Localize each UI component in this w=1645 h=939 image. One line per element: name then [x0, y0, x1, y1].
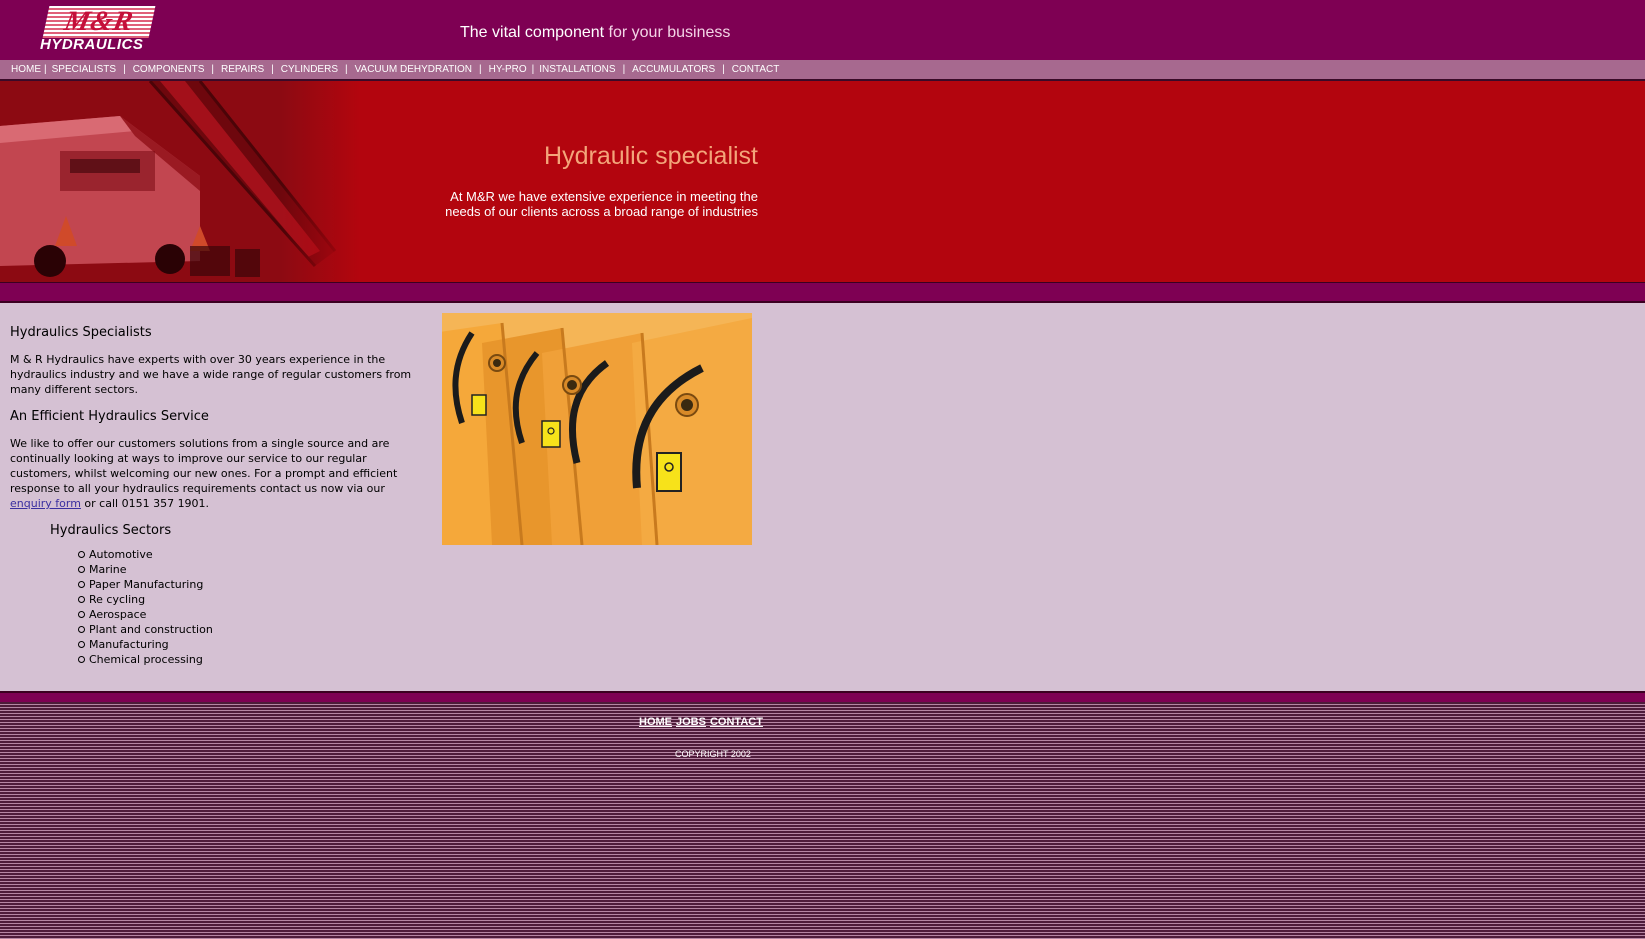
nav-vacuum-dehydration[interactable]: VACUUM DEHYDRATION [355, 64, 472, 75]
hero-text-line: needs of our clients across a broad rang… [445, 204, 758, 219]
nav-home[interactable]: HOME [11, 64, 41, 75]
nav-accumulators[interactable]: ACCUMULATORS [632, 64, 715, 75]
nav-separator: | [345, 64, 348, 75]
sectors-heading: Hydraulics Sectors [50, 523, 172, 538]
section-heading: Hydraulics Specialists [10, 325, 152, 340]
section-paragraph: We like to offer our customers solutions… [10, 436, 425, 511]
nav-separator: | [44, 64, 47, 75]
footer-divider [0, 693, 1645, 702]
nav-contact[interactable]: CONTACT [732, 64, 780, 75]
hero-photo-truck [0, 81, 360, 282]
nav-hy-pro[interactable]: HY-PRO [489, 64, 527, 75]
list-item: Plant and construction [78, 622, 425, 637]
sectors-list: Automotive Marine Paper Manufacturing Re… [10, 547, 425, 667]
list-item: Automotive [78, 547, 425, 562]
hero-text-line: At M&R we have extensive experience in m… [450, 189, 758, 204]
footer-nav: HOME JOBS CONTACT [639, 716, 767, 728]
divider-strip [0, 283, 1645, 303]
paragraph-text: or call 0151 357 1901. [80, 497, 210, 510]
nav-separator: | [479, 64, 482, 75]
section-paragraph: M & R Hydraulics have experts with over … [10, 353, 412, 396]
list-item: Aerospace [78, 607, 425, 622]
hero-text: At M&R we have extensive experience in m… [400, 189, 758, 219]
list-item: Re cycling [78, 592, 425, 607]
enquiry-form-link[interactable]: enquiry form [10, 497, 81, 510]
nav-separator: | [123, 64, 126, 75]
nav-separator: | [211, 64, 214, 75]
nav-separator: | [271, 64, 274, 75]
nav-separator: | [531, 64, 535, 75]
list-item: Manufacturing [78, 637, 425, 652]
hero-banner: Hydraulic specialist At M&R we have exte… [0, 81, 1645, 284]
main-content: Hydraulics Specialists M & R Hydraulics … [0, 303, 1645, 693]
logo-wordmark: HYDRAULICS [40, 36, 144, 53]
paragraph-text: We like to offer our customers solutions… [10, 437, 398, 495]
list-item: Chemical processing [78, 652, 425, 667]
logo-mark: M&R [42, 6, 156, 38]
nav-separator: | [722, 64, 725, 75]
nav-installations[interactable]: INSTALLATIONS [539, 64, 615, 75]
tagline-bold: The vital component [460, 24, 605, 41]
tagline-light: for your business [604, 24, 731, 41]
nav-cylinders[interactable]: CYLINDERS [281, 64, 338, 75]
nav-separator: | [622, 64, 626, 75]
section-heading: An Efficient Hydraulics Service [10, 409, 209, 424]
copyright: COPYRIGHT 2002 [675, 749, 751, 759]
nav-repairs[interactable]: REPAIRS [221, 64, 264, 75]
footer-link-home[interactable]: HOME [639, 716, 672, 728]
main-nav: HOME | SPECIALISTS | COMPONENTS | REPAIRS | CYLI… [0, 60, 1645, 81]
content-text: Hydraulics Specialists M & R Hydraulics … [10, 325, 425, 667]
hero-title: Hydraulic specialist [544, 142, 758, 170]
site-header: M&R HYDRAULICS The vital component for y… [0, 0, 1645, 60]
hydraulic-equipment-photo [442, 313, 752, 545]
nav-components[interactable]: COMPONENTS [133, 64, 205, 75]
tagline: The vital component for your business [460, 24, 730, 42]
list-item: Paper Manufacturing [78, 577, 425, 592]
logo-mark-text: M&R [61, 6, 137, 37]
footer-link-jobs[interactable]: JOBS [676, 716, 706, 728]
nav-specialists[interactable]: SPECIALISTS [52, 64, 116, 75]
logo[interactable]: M&R HYDRAULICS [40, 6, 156, 53]
footer-link-contact[interactable]: CONTACT [710, 716, 763, 728]
list-item: Marine [78, 562, 425, 577]
